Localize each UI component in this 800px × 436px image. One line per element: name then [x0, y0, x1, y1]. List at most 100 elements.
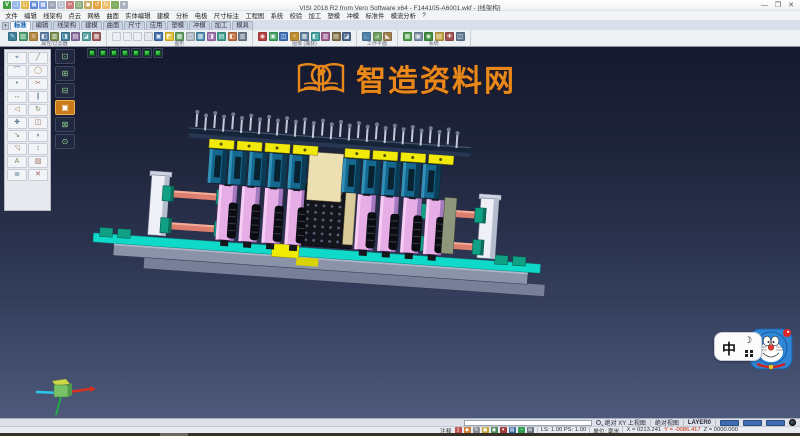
workplane-yz-icon[interactable]: ⊿	[373, 32, 382, 41]
rotate-icon[interactable]: ↻	[28, 104, 48, 116]
shade-teal-icon[interactable]: ▤	[217, 32, 226, 41]
tab-application[interactable]: 应用	[146, 21, 167, 30]
circle-icon[interactable]: ◯	[28, 65, 48, 77]
save-all-icon[interactable]: ▩	[39, 1, 47, 9]
menu-item-point-cloud[interactable]: 点云	[65, 11, 84, 20]
menu-item-solid-edit[interactable]: 实体编辑	[122, 11, 154, 20]
chamfer-icon[interactable]: ◹	[7, 143, 27, 155]
delete-icon[interactable]: ✕	[28, 169, 48, 181]
top-view-icon[interactable]	[109, 48, 119, 58]
filter-color-icon[interactable]: ◧	[40, 32, 49, 41]
menu-item-verify[interactable]: 校验	[286, 11, 305, 20]
left-view-icon[interactable]	[142, 48, 152, 58]
gallery-icon[interactable]: ▦	[300, 32, 309, 41]
shade-gray-icon[interactable]: ◫	[186, 32, 195, 41]
undo-icon[interactable]: ↺	[93, 1, 101, 9]
menu-item-machining[interactable]: 加工	[305, 11, 324, 20]
shade-blue-icon[interactable]: ▩	[196, 32, 205, 41]
axonometric-view-icon[interactable]	[87, 48, 97, 58]
menu-item-analysis[interactable]: 分析	[173, 11, 192, 20]
system-window-icon[interactable]: ▣	[414, 32, 423, 41]
print-view-icon[interactable]: ▥	[321, 32, 330, 41]
clipboard-icon[interactable]: ▤	[332, 32, 341, 41]
menu-item-dimension[interactable]: 尺寸标注	[211, 11, 243, 20]
filter-line-icon[interactable]: ▥	[50, 32, 59, 41]
system-grid-icon[interactable]: ▦	[403, 32, 412, 41]
zoom-window-icon[interactable]: ⊡	[55, 49, 75, 64]
menu-item-surface[interactable]: 曲面	[103, 11, 122, 20]
movie-icon[interactable]: ◪	[342, 32, 351, 41]
menu-item-moldflow[interactable]: 模流分析	[388, 11, 420, 20]
workplane-zx-icon[interactable]: ◣	[383, 32, 392, 41]
customize-icon[interactable]: ▾	[120, 1, 128, 9]
menu-item-system[interactable]: 系统	[267, 11, 286, 20]
filter-layer-icon[interactable]: ≡	[29, 32, 38, 41]
close-button[interactable]: ✕	[788, 1, 794, 10]
tab-surface[interactable]: 曲面	[103, 21, 124, 30]
tab-mould[interactable]: 模具	[232, 21, 253, 30]
tab-mold[interactable]: 塑模	[167, 21, 188, 30]
mirror-icon[interactable]: ◁	[7, 104, 27, 116]
properties-icon[interactable]: ▦	[92, 32, 101, 41]
system-target-icon[interactable]: ◉	[424, 32, 433, 41]
camera-icon[interactable]: ◫	[279, 32, 288, 41]
ime-language-indicator[interactable]: 中	[722, 339, 736, 359]
shade-orange-icon[interactable]: ◧	[228, 32, 237, 41]
redo-icon[interactable]: ↻	[102, 1, 110, 9]
menu-item-modeling[interactable]: 建模	[154, 11, 173, 20]
menu-item-edit[interactable]: 编辑	[21, 11, 40, 20]
tab-wireframe[interactable]: 线架构	[53, 21, 80, 30]
ime-keyboard-icon[interactable]	[745, 350, 754, 357]
open-file-icon[interactable]: ◱	[21, 1, 29, 9]
paste-icon[interactable]: ▣	[84, 1, 92, 9]
wireframe-view-icon[interactable]: ⊠	[55, 117, 75, 132]
shade-green-icon[interactable]: ▦	[175, 32, 184, 41]
view-shaded-icon[interactable]: ◻	[133, 32, 142, 41]
copy-entity-icon[interactable]: ◫	[28, 117, 48, 129]
hatch-icon[interactable]: ▨	[28, 156, 48, 168]
status-chip[interactable]	[743, 420, 762, 426]
minimize-button[interactable]: —	[761, 1, 768, 10]
fillet-icon[interactable]: ◗	[28, 130, 48, 142]
cut-icon[interactable]: ✂	[66, 1, 74, 9]
isometric-view-icon[interactable]	[98, 48, 108, 58]
attr-brush-icon[interactable]: ▨	[19, 32, 28, 41]
snapshot-icon[interactable]: ◉	[258, 32, 267, 41]
filter-entity-icon[interactable]: ◨	[61, 32, 70, 41]
maximize-button[interactable]: ❒	[775, 1, 781, 10]
move-icon[interactable]: ✚	[7, 117, 27, 129]
system-table-icon[interactable]: ▤	[435, 32, 444, 41]
view-hidden-icon[interactable]: ◻	[123, 32, 132, 41]
right-view-icon[interactable]	[131, 48, 141, 58]
line-icon[interactable]: ╱	[28, 52, 48, 64]
tab-modeling[interactable]: 建模	[81, 21, 102, 30]
offset-icon[interactable]: ∥	[28, 91, 48, 103]
print-preview-icon[interactable]: ◻	[57, 1, 65, 9]
extend-icon[interactable]: ↔	[7, 91, 27, 103]
export-icon[interactable]: ◧	[311, 32, 320, 41]
zoom-out-icon[interactable]: ⊟	[55, 83, 75, 98]
dimension-icon[interactable]: ↕	[28, 143, 48, 155]
command-input[interactable]	[464, 420, 592, 426]
system-panel-icon[interactable]: ◫	[456, 32, 465, 41]
attr-pencil-icon[interactable]: ✎	[8, 32, 17, 41]
ribbon-overflow-icon[interactable]: ▾	[2, 22, 9, 30]
shade-slate-icon[interactable]: ▥	[238, 32, 247, 41]
status-chip[interactable]	[766, 420, 785, 426]
ime-widget[interactable]: 中 ☽	[712, 323, 796, 373]
menu-item-wireframe[interactable]: 线架构	[40, 11, 65, 20]
back-view-icon[interactable]	[153, 48, 163, 58]
tab-machining[interactable]: 加工	[211, 21, 232, 30]
menu-item-drawing[interactable]: 工程图	[242, 11, 267, 20]
view-wire-icon[interactable]: ◻	[112, 32, 121, 41]
menu-item-help[interactable]: ?	[419, 12, 429, 19]
timer-icon[interactable]: ◔	[290, 32, 299, 41]
mask-icon[interactable]: ◪	[82, 32, 91, 41]
system-add-icon[interactable]: ✚	[445, 32, 454, 41]
tab-edit[interactable]: 编辑	[32, 21, 53, 30]
filter-group-icon[interactable]: ▤	[71, 32, 80, 41]
menu-item-die[interactable]: 冲模	[343, 11, 362, 20]
menu-item-mesh[interactable]: 网格	[84, 11, 103, 20]
menu-item-mold[interactable]: 塑模	[324, 11, 343, 20]
ime-moon-icon[interactable]: ☽	[744, 335, 752, 346]
